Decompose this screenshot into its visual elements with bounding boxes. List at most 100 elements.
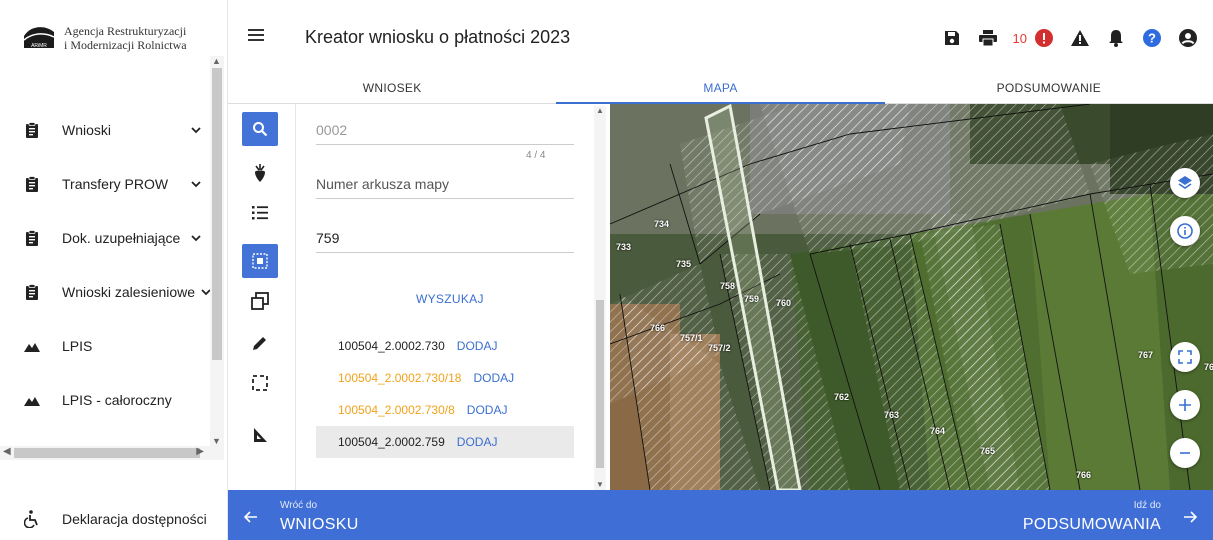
map-sheet-input[interactable] bbox=[316, 170, 574, 198]
plot-label: 766 bbox=[650, 323, 666, 333]
copy-shape-tool-button[interactable] bbox=[242, 284, 278, 318]
next-target: PODSUMOWANIA bbox=[1022, 516, 1161, 533]
plot-id: 100504_2.0002.730 bbox=[338, 339, 445, 353]
tab-mapa[interactable]: MAPA bbox=[556, 72, 885, 104]
plot-label: 733 bbox=[616, 242, 632, 252]
clipboard-icon bbox=[26, 284, 38, 300]
map-tools bbox=[228, 104, 296, 490]
tab-wniosek[interactable]: WNIOSEK bbox=[228, 72, 556, 103]
draw-tool-button[interactable] bbox=[242, 326, 278, 360]
measure-angle-icon bbox=[254, 428, 267, 442]
notifications-button[interactable] bbox=[1105, 27, 1127, 49]
scrollbar-thumb[interactable] bbox=[212, 68, 222, 360]
chevron-down-icon bbox=[191, 235, 201, 242]
layers-button[interactable] bbox=[1170, 168, 1200, 198]
measure-tool-button[interactable] bbox=[242, 418, 278, 452]
fullscreen-icon bbox=[1178, 350, 1192, 364]
chevron-down-icon bbox=[191, 181, 201, 188]
pencil-icon bbox=[253, 337, 266, 350]
add-plot-button[interactable]: DODAJ bbox=[467, 403, 508, 417]
main-tabs: WNIOSEK MAPA PODSUMOWANIE bbox=[228, 72, 1213, 104]
scrollbar-thumb[interactable] bbox=[14, 448, 200, 458]
plot-label: 758 bbox=[720, 281, 736, 291]
sidebar-item-lpis[interactable]: LPIS bbox=[0, 326, 212, 366]
scroll-up-arrow-icon[interactable]: ▲ bbox=[596, 106, 604, 115]
accessibility-declaration-link[interactable]: Deklaracja dostępności bbox=[0, 500, 228, 540]
list-item: 100504_2.0002.730 DODAJ bbox=[316, 330, 574, 362]
arimr-logo[interactable]: ARiMR Agencja Restrukturyzacji i Moderni… bbox=[22, 18, 222, 58]
go-to-summary-button[interactable]: Idź do PODSUMOWANIA bbox=[913, 490, 1213, 540]
plot-label: 760 bbox=[776, 298, 792, 308]
sidebar-item-dok-uzupelniajace[interactable]: Dok. uzupełniające bbox=[0, 218, 212, 258]
sidebar-item-lpis-caloroczny[interactable]: LPIS - całoroczny bbox=[0, 380, 212, 420]
hamburger-menu-button[interactable] bbox=[248, 26, 270, 46]
wizard-footer: Wróć do WNIOSKU Idź do PODSUMOWANIA bbox=[228, 490, 1213, 540]
plot-id: 100504_2.0002.730/18 bbox=[338, 371, 462, 385]
orthophoto-map bbox=[610, 104, 1213, 490]
plot-label: 765 bbox=[980, 446, 996, 456]
scroll-down-arrow-icon[interactable]: ▼ bbox=[212, 436, 221, 446]
copy-shape-icon bbox=[251, 292, 269, 310]
scroll-down-arrow-icon[interactable]: ▼ bbox=[596, 480, 604, 489]
errors-button[interactable] bbox=[1033, 27, 1055, 49]
sidebar-item-transfery-prow[interactable]: Transfery PROW bbox=[0, 164, 212, 204]
panel-scrollbar[interactable]: ▲ ▼ bbox=[594, 106, 606, 490]
sidebar-item-label: Transfery PROW bbox=[62, 176, 169, 192]
warning-icon bbox=[1071, 30, 1089, 46]
select-area-tool-button[interactable] bbox=[242, 244, 278, 278]
scroll-up-arrow-icon[interactable]: ▲ bbox=[212, 56, 221, 66]
rectangle-select-tool-button[interactable] bbox=[242, 366, 278, 400]
layers-icon bbox=[1178, 176, 1192, 189]
tab-podsumowanie[interactable]: PODSUMOWANIE bbox=[885, 72, 1213, 103]
plot-number-input[interactable] bbox=[316, 224, 574, 252]
sidebar-item-label: Wnioski bbox=[62, 122, 112, 138]
save-button[interactable] bbox=[941, 27, 963, 49]
plot-label: 757/1 bbox=[680, 333, 703, 343]
scroll-right-arrow-icon[interactable]: ▶ bbox=[196, 446, 204, 457]
dashed-rectangle-icon bbox=[252, 375, 268, 391]
sidebar-item-wnioski-zalesieniowe[interactable]: Wnioski zalesieniowe bbox=[0, 272, 212, 312]
clipboard-icon bbox=[26, 122, 38, 138]
fullscreen-button[interactable] bbox=[1170, 342, 1200, 372]
scrollbar-thumb[interactable] bbox=[596, 300, 604, 468]
chevron-down-icon bbox=[191, 127, 201, 134]
add-plot-button[interactable]: DODAJ bbox=[457, 435, 498, 449]
map-sheet-field bbox=[316, 170, 574, 199]
search-button[interactable]: WYSZUKAJ bbox=[416, 292, 484, 306]
arrow-left-icon bbox=[244, 511, 257, 523]
zoom-out-icon bbox=[1180, 452, 1190, 454]
page-title: Kreator wniosku o płatności 2023 bbox=[305, 27, 571, 47]
sidebar-item-wnioski[interactable]: Wnioski bbox=[0, 110, 212, 150]
add-plot-button[interactable]: DODAJ bbox=[457, 339, 498, 353]
sidebar-horizontal-scrollbar[interactable]: ◀ ▶ bbox=[0, 446, 224, 460]
plot-label: 759 bbox=[744, 294, 760, 304]
plot-label: 757/2 bbox=[708, 343, 731, 353]
plot-id: 100504_2.0002.759 bbox=[338, 435, 445, 449]
search-tool-button[interactable] bbox=[242, 112, 278, 146]
scroll-left-arrow-icon[interactable]: ◀ bbox=[3, 446, 11, 457]
clipboard-icon bbox=[26, 230, 38, 246]
print-button[interactable] bbox=[977, 27, 999, 49]
plot-label: 76 bbox=[1204, 362, 1213, 372]
error-count: 10 bbox=[1012, 30, 1027, 46]
svg-text:?: ? bbox=[1148, 31, 1156, 46]
mountain-icon bbox=[24, 343, 40, 352]
header-actions: 10 ? bbox=[927, 26, 1199, 50]
list-tool-button[interactable] bbox=[242, 196, 278, 230]
sidebar-vertical-scrollbar[interactable]: ▲ ▼ bbox=[210, 56, 224, 448]
crops-tool-button[interactable] bbox=[242, 156, 278, 190]
arrow-right-icon bbox=[1184, 511, 1197, 523]
zoom-out-button[interactable] bbox=[1170, 438, 1200, 468]
select-area-icon bbox=[252, 253, 268, 269]
zoom-in-button[interactable] bbox=[1170, 390, 1200, 420]
user-account-button[interactable] bbox=[1177, 27, 1199, 49]
warnings-button[interactable] bbox=[1069, 27, 1091, 49]
add-plot-button[interactable]: DODAJ bbox=[473, 371, 514, 385]
print-icon bbox=[978, 30, 997, 46]
help-button[interactable]: ? bbox=[1141, 27, 1163, 49]
info-button[interactable] bbox=[1170, 216, 1200, 246]
back-to-application-button[interactable]: Wróć do WNIOSKU bbox=[228, 490, 528, 540]
logo-line-1: Agencja Restrukturyzacji bbox=[64, 24, 187, 38]
map-view[interactable]: 733 734 735 758 759 760 766 757/1 757/2 … bbox=[610, 104, 1213, 490]
sheet-input[interactable] bbox=[316, 116, 574, 144]
